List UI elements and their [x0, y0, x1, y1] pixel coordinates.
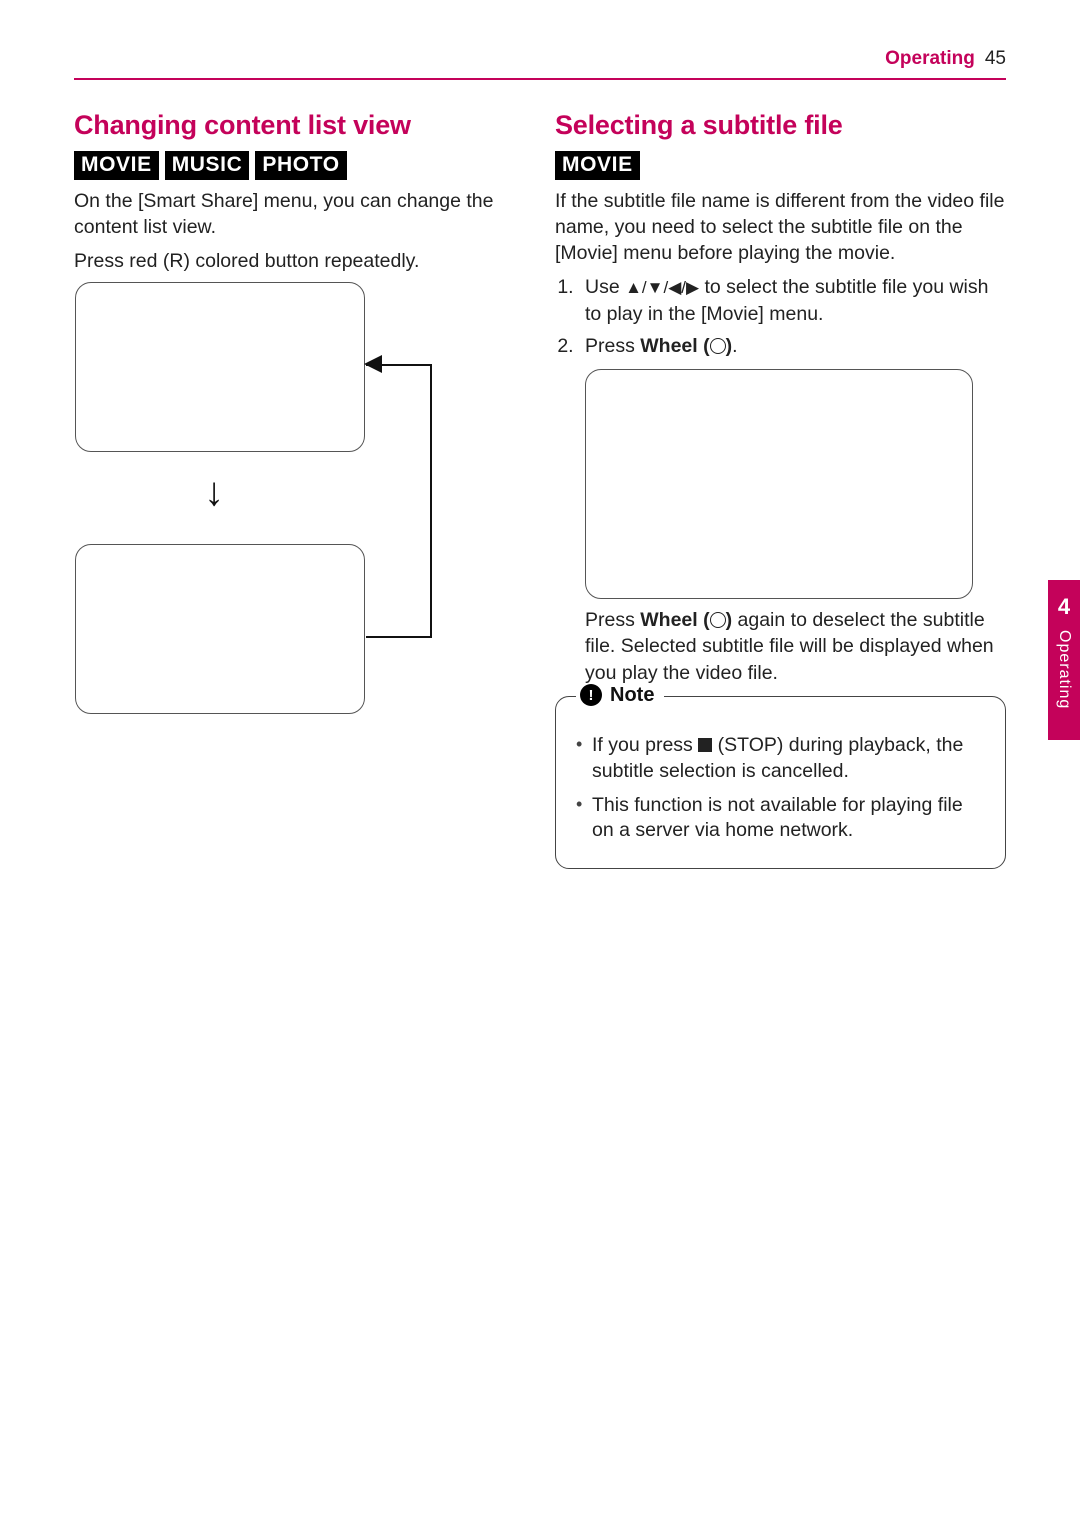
header-page-number: 45 — [985, 48, 1006, 70]
step2-wheel: Wheel ( — [640, 335, 709, 357]
note-item-1: If you press (STOP) during playback, the… — [574, 733, 989, 785]
content-columns: Changing content list view MOVIE MUSIC P… — [74, 110, 1006, 869]
note-item-2: This function is not available for playi… — [574, 793, 989, 845]
view-cycle-diagram: ↓ — [74, 282, 525, 742]
deselect-note: Press Wheel () again to deselect the sub… — [585, 607, 1006, 685]
left-column: Changing content list view MOVIE MUSIC P… — [74, 110, 525, 869]
screen-placeholder-1 — [75, 282, 365, 452]
note-list: If you press (STOP) during playback, the… — [574, 733, 989, 845]
stop-icon — [698, 738, 712, 752]
chapter-number: 4 — [1058, 594, 1070, 620]
note-icon: ! — [580, 684, 602, 706]
tag-movie-r: MOVIE — [555, 151, 640, 180]
left-title: Changing content list view — [74, 110, 525, 141]
down-arrow-icon: ↓ — [204, 472, 224, 512]
page-header: Operating 45 — [74, 48, 1006, 80]
arrowhead-top — [364, 355, 382, 373]
tag-movie: MOVIE — [74, 151, 159, 180]
right-title: Selecting a subtitle file — [555, 110, 1006, 141]
right-tags: MOVIE — [555, 151, 1006, 180]
note-label: Note — [610, 684, 654, 707]
left-intro: On the [Smart Share] menu, you can chang… — [74, 188, 525, 240]
loop-arrow-icon — [368, 364, 432, 634]
chapter-label: Operating — [1055, 630, 1073, 709]
after-prefix: Press — [585, 609, 640, 631]
step-1: Use ▲/▼/◀/▶ to select the subtitle file … — [579, 274, 1006, 327]
manual-page: Operating 45 Changing content list view … — [0, 0, 1080, 1532]
arrowhead-bottom — [364, 625, 382, 643]
note-box: ! Note If you press (STOP) during playba… — [555, 696, 1006, 870]
tag-music: MUSIC — [165, 151, 250, 180]
step2-end: . — [732, 335, 737, 357]
header-section: Operating — [885, 48, 975, 70]
wheel-icon — [710, 338, 726, 354]
step2-prefix: Press — [585, 335, 640, 357]
n1-prefix: If you press — [592, 734, 698, 756]
tag-photo: PHOTO — [255, 151, 346, 180]
left-tags: MOVIE MUSIC PHOTO — [74, 151, 525, 180]
nav-arrows-icon: ▲/▼/◀/▶ — [625, 278, 699, 297]
right-intro: If the subtitle file name is different f… — [555, 188, 1006, 266]
note-header: ! Note — [576, 684, 664, 707]
chapter-tab: 4 Operating — [1048, 580, 1080, 740]
step1-prefix: Use — [585, 276, 625, 298]
steps-list: Use ▲/▼/◀/▶ to select the subtitle file … — [555, 274, 1006, 685]
screen-placeholder-2 — [75, 544, 365, 714]
right-column: Selecting a subtitle file MOVIE If the s… — [555, 110, 1006, 869]
screen-placeholder-3 — [585, 369, 973, 599]
after-wheel: Wheel ( — [640, 609, 709, 631]
left-instruction: Press red (R) colored button repeatedly. — [74, 248, 525, 274]
wheel-icon-2 — [710, 612, 726, 628]
step-2: Press Wheel (). Press Wheel () again to … — [579, 333, 1006, 686]
